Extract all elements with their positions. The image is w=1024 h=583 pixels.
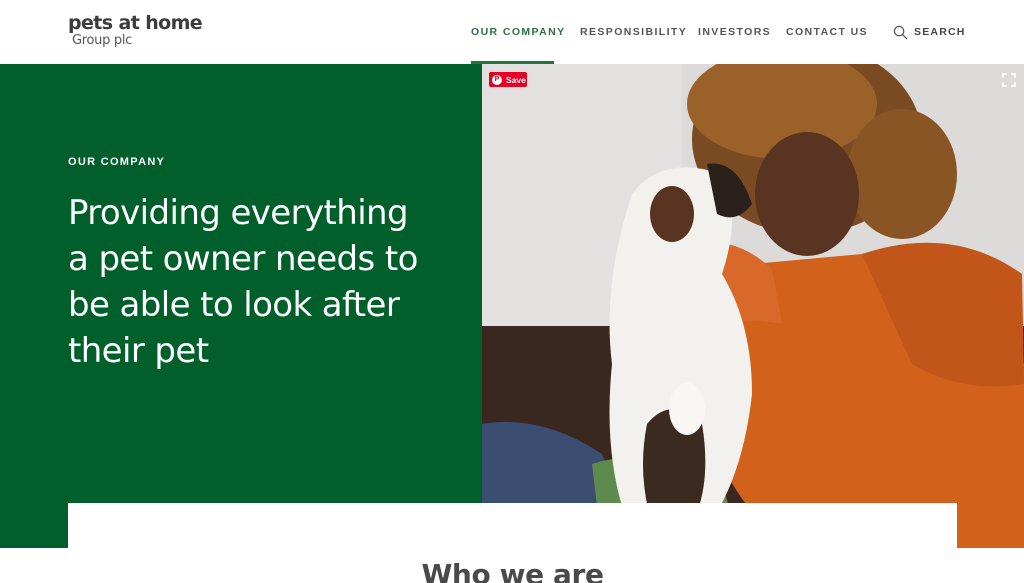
- nav-our-company[interactable]: OUR COMPANY: [471, 0, 566, 64]
- nav-contact-us[interactable]: CONTACT US: [786, 0, 868, 64]
- search-button[interactable]: SEARCH: [893, 0, 966, 64]
- hero-eyebrow: OUR COMPANY: [68, 156, 166, 168]
- logo-main-text: pets at home: [68, 12, 203, 34]
- pinterest-save-button[interactable]: P Save: [489, 72, 527, 87]
- fullscreen-icon[interactable]: [1002, 73, 1016, 87]
- search-icon: [893, 25, 908, 40]
- hero-photo: [482, 64, 1024, 548]
- woman-hugging-cat-image: [482, 64, 1024, 548]
- nav-responsibility[interactable]: RESPONSIBILITY: [580, 0, 687, 64]
- section-title: Who we are: [421, 558, 604, 583]
- save-label: Save: [506, 74, 526, 85]
- pinterest-icon: P: [492, 74, 502, 85]
- who-we-are-card: Who we are: [68, 503, 957, 583]
- search-label: SEARCH: [914, 26, 966, 38]
- hero-headline: Providing everything a pet owner needs t…: [68, 193, 418, 371]
- site-header: pets at home Group plc OUR COMPANY RESPO…: [0, 0, 1024, 64]
- logo[interactable]: pets at home Group plc: [68, 12, 203, 48]
- nav-investors[interactable]: INVESTORS: [698, 0, 771, 64]
- logo-sub-text: Group plc: [72, 33, 133, 48]
- hero-text-panel: OUR COMPANY Providing everything a pet o…: [0, 64, 482, 548]
